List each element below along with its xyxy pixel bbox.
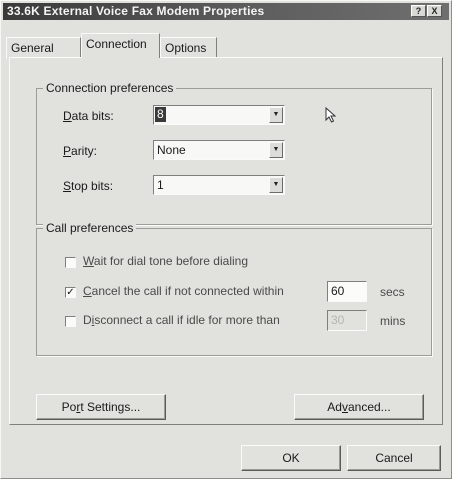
tab-connection-label: Connection [86,37,147,51]
disconnect-idle-label[interactable]: Disconnect a call if idle for more than [83,313,280,327]
connection-preferences-group: Connection preferences Data bits: 8 ▼ Pa… [36,81,432,225]
chevron-down-icon[interactable]: ▼ [269,142,283,158]
tab-panel-connection: Connection preferences Data bits: 8 ▼ Pa… [9,57,443,425]
cancel-call-label[interactable]: Cancel the call if not connected within [83,284,284,298]
stop-bits-label: Stop bits: [63,179,114,193]
connection-preferences-legend: Connection preferences [43,81,177,95]
tab-general[interactable]: General [6,37,81,59]
close-button[interactable]: X [427,5,442,17]
disconnect-idle-checkbox[interactable] [65,316,76,327]
parity-select[interactable]: None ▼ [153,140,285,160]
tab-general-label: General [11,41,54,55]
help-button[interactable]: ? [411,5,426,17]
cancel-call-unit: secs [380,285,405,299]
chevron-down-icon[interactable]: ▼ [269,177,283,193]
stop-bits-select[interactable]: 1 ▼ [153,175,285,195]
parity-value: None [157,143,186,157]
call-preferences-group: Call preferences Wait for dial tone befo… [36,221,432,356]
data-bits-select[interactable]: 8 ▼ [153,105,285,125]
properties-dialog: 33.6K External Voice Fax Modem Propertie… [0,0,452,479]
disconnect-idle-minutes-input[interactable]: 30 [327,310,367,331]
data-bits-label: Data bits: [63,109,114,123]
cancel-call-checkbox[interactable]: ✓ [65,287,76,298]
advanced-button[interactable]: Advanced... [294,394,424,420]
parity-label: Parity: [63,144,98,158]
cancel-button[interactable]: Cancel [347,445,441,471]
tab-connection[interactable]: Connection [81,33,160,58]
wait-dial-tone-checkbox[interactable] [65,257,76,268]
stop-bits-value: 1 [157,178,164,192]
port-settings-button[interactable]: Port Settings... [36,394,166,420]
tab-options[interactable]: Options [160,37,217,59]
window-title: 33.6K External Voice Fax Modem Propertie… [7,4,265,18]
wait-dial-tone-label[interactable]: Wait for dial tone before dialing [83,254,248,268]
cancel-call-seconds-input[interactable]: 60 [327,281,367,302]
data-bits-value: 8 [155,107,166,122]
title-bar[interactable]: 33.6K External Voice Fax Modem Propertie… [3,3,449,20]
call-preferences-legend: Call preferences [43,221,137,235]
disconnect-idle-unit: mins [380,314,406,328]
mouse-cursor-icon [325,107,337,123]
ok-button[interactable]: OK [241,445,341,471]
tab-options-label: Options [165,41,207,55]
chevron-down-icon[interactable]: ▼ [269,107,283,123]
